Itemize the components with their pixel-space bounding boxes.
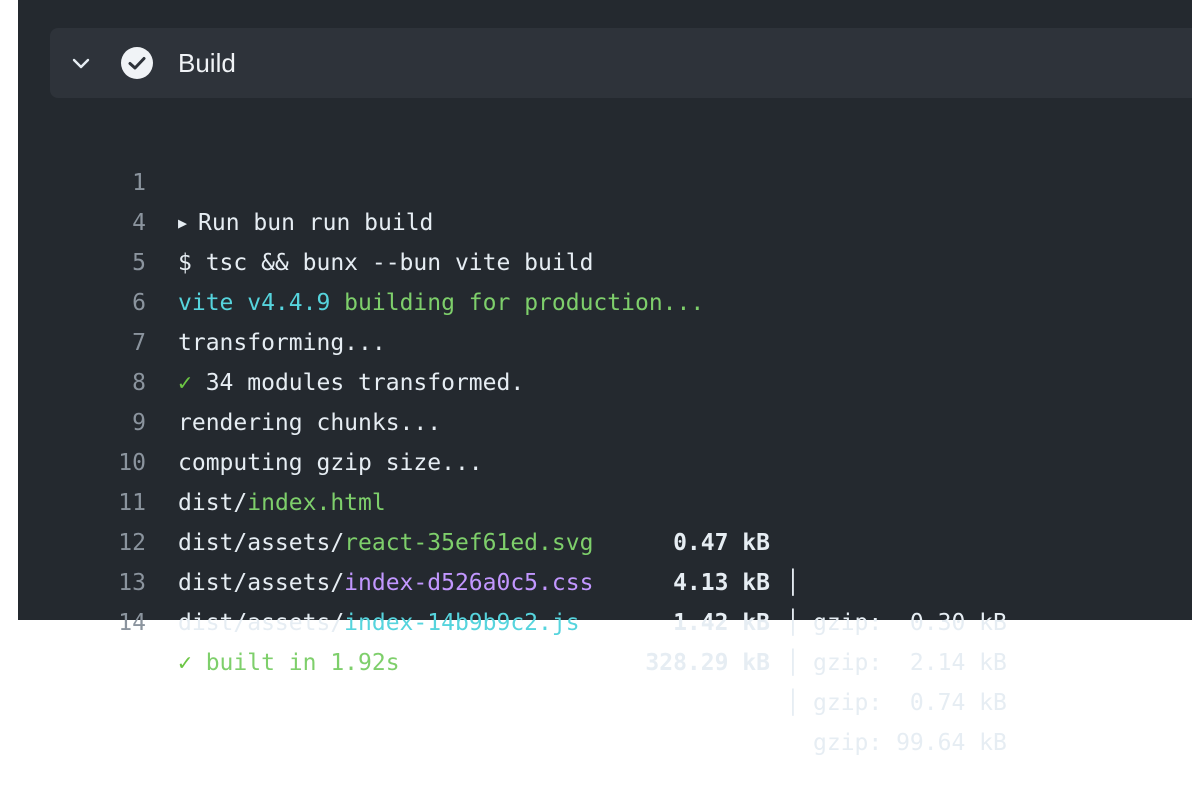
log-line: 13 dist/assets/index-14b9b9c2.js 328.29 … xyxy=(18,523,1192,756)
check-circle-icon xyxy=(121,47,153,79)
separator: │ xyxy=(786,650,800,676)
log-line: 12 dist/assets/index-d526a0c5.css 1.42 k… xyxy=(18,483,1192,716)
log-line: 9 computing gzip size... xyxy=(18,363,1192,476)
chevron-down-icon[interactable] xyxy=(70,52,92,74)
log-line: 6 transforming... xyxy=(18,243,1192,356)
step-header-build[interactable]: Build xyxy=(50,28,1192,98)
log-line: 8 rendering chunks... xyxy=(18,323,1192,436)
line-number[interactable]: 14 xyxy=(18,603,146,643)
job-log-panel: Build 1 ▶ Run bun run build 4 $ tsc && bu… xyxy=(18,0,1192,756)
log-text: built in 1.92s xyxy=(191,650,400,676)
gzip-size: gzip: 99.64 kB xyxy=(813,730,1007,756)
log-line: 4 $ tsc && bunx --bun vite build xyxy=(18,163,1192,276)
log-line: 5 vite v4.4.9 building for production... xyxy=(18,203,1192,316)
log-line: 10 dist/index.html 0.47 kB │ gzip: 0.30 … xyxy=(18,403,1192,636)
file-size: 328.29 kB xyxy=(645,650,770,676)
gzip-size: gzip: 0.30 kB xyxy=(813,610,1007,636)
file-dir: dist/assets/ xyxy=(178,610,345,636)
gzip-size: gzip: 0.74 kB xyxy=(813,690,1007,716)
separator: │ xyxy=(786,690,800,716)
log-line: 7 ✓ 34 modules transformed. xyxy=(18,283,1192,396)
log-line: 11 dist/assets/react-35ef61ed.svg 4.13 k… xyxy=(18,443,1192,676)
separator: │ xyxy=(786,610,800,636)
step-title: Build xyxy=(178,48,236,78)
file-name: index-14b9b9c2.js xyxy=(344,610,580,636)
file-size: 1.42 kB xyxy=(673,610,770,636)
log-output: 1 ▶ Run bun run build 4 $ tsc && bunx --b… xyxy=(18,123,1192,756)
checkmark-icon: ✓ xyxy=(178,650,192,676)
log-line[interactable]: 1 ▶ Run bun run build xyxy=(18,123,1192,236)
log-line: 14 ✓ built in 1.92s xyxy=(18,563,1192,676)
gzip-size: gzip: 2.14 kB xyxy=(813,650,1007,676)
